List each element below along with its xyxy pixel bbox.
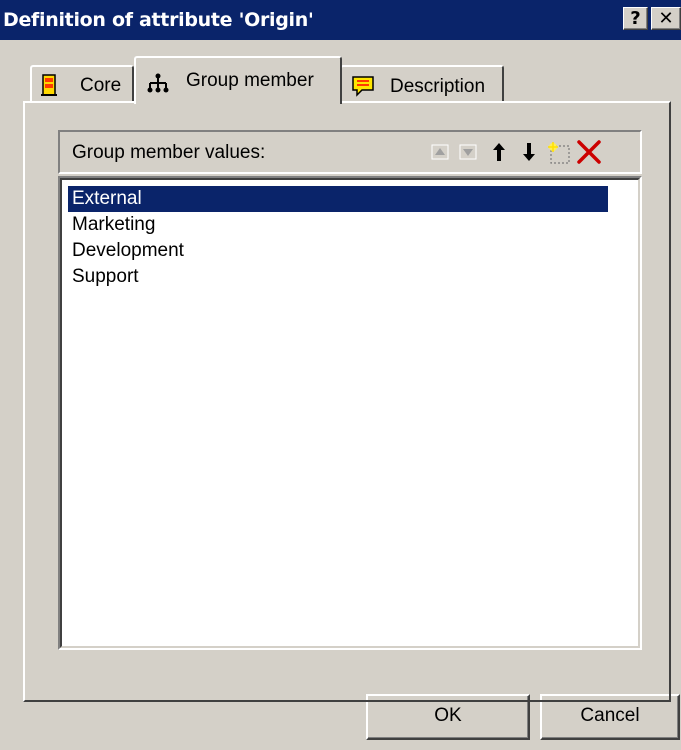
tab-core[interactable]: Core <box>30 65 134 102</box>
ok-button-label: OK <box>434 705 462 726</box>
description-icon <box>350 74 376 104</box>
new-item-icon[interactable] <box>547 140 571 164</box>
list-item-label: Marketing <box>72 214 156 235</box>
help-icon: ? <box>630 8 641 29</box>
cancel-button-label: Cancel <box>580 705 640 726</box>
core-icon <box>40 73 58 103</box>
list-area: External Marketing Development Support <box>60 178 640 648</box>
list-item-label: External <box>72 188 142 209</box>
list-item-label: Development <box>72 240 184 261</box>
move-down-icon[interactable] <box>517 140 541 164</box>
tab-group-member[interactable]: Group member <box>134 56 342 104</box>
group-member-values-label: Group member values: <box>72 142 266 163</box>
group-member-header: Group member values: <box>58 130 642 174</box>
list-item[interactable]: Development <box>68 238 184 264</box>
move-up-icon[interactable] <box>487 140 511 164</box>
close-button[interactable]: ✕ <box>651 7 681 30</box>
help-button[interactable]: ? <box>623 7 648 30</box>
delete-icon[interactable] <box>575 138 601 164</box>
move-up-disabled-icon[interactable] <box>429 140 453 164</box>
title-bar[interactable]: Definition of attribute 'Origin' ? ✕ <box>0 0 681 40</box>
group-member-icon <box>146 73 170 99</box>
tab-group-member-label: Group member <box>186 70 314 91</box>
move-down-disabled-icon[interactable] <box>457 140 481 164</box>
list-item[interactable]: Support <box>68 264 139 290</box>
attribute-definition-dialog: Definition of attribute 'Origin' ? ✕ Cor… <box>0 0 681 750</box>
list-item-label: Support <box>72 266 139 287</box>
group-member-values-list[interactable]: External Marketing Development Support <box>58 176 642 650</box>
list-item[interactable]: External <box>68 186 608 212</box>
window-title: Definition of attribute 'Origin' <box>3 9 314 31</box>
close-icon: ✕ <box>658 8 674 29</box>
tab-description[interactable]: Description <box>340 65 504 102</box>
tab-description-label: Description <box>390 76 486 97</box>
tab-core-label: Core <box>80 75 122 96</box>
list-item[interactable]: Marketing <box>68 212 155 238</box>
